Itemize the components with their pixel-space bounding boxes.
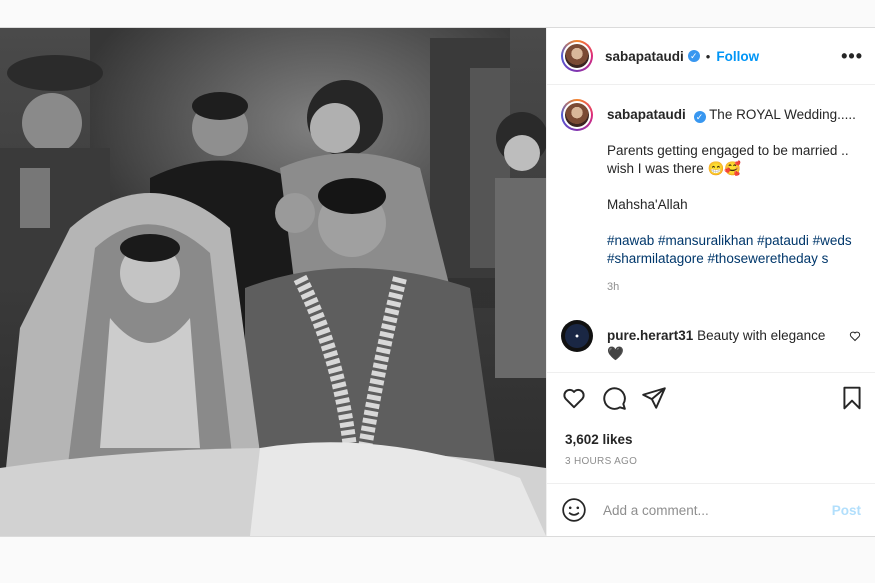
add-comment-bar: Post bbox=[547, 483, 875, 536]
more-options-icon[interactable]: ••• bbox=[841, 46, 863, 67]
follow-button[interactable]: Follow bbox=[716, 49, 759, 64]
comment-text: Beauty with elegance bbox=[697, 328, 826, 343]
action-bar bbox=[547, 372, 875, 423]
comment-like-icon[interactable] bbox=[849, 330, 861, 342]
comment-item: pure.herart31 Beauty with elegance 🖤 bbox=[561, 320, 861, 363]
post-photo[interactable] bbox=[0, 28, 546, 536]
post-header: sabapataudi ✓ • Follow ••• bbox=[547, 28, 875, 85]
comment-text-line-2: 🖤 bbox=[607, 346, 624, 361]
like-heart-icon[interactable] bbox=[561, 385, 587, 411]
caption-username[interactable]: sabapataudi bbox=[607, 107, 686, 122]
posted-timestamp[interactable]: 3 HOURS AGO bbox=[565, 456, 637, 467]
share-icon[interactable] bbox=[641, 385, 667, 411]
caption-line-3: Mahsha'Allah bbox=[607, 197, 688, 212]
caption-avatar[interactable] bbox=[561, 99, 593, 131]
caption-timestamp[interactable]: 3h bbox=[607, 278, 856, 296]
caption-line-1: Parents getting engaged to be married .. bbox=[607, 143, 849, 158]
header-separator: • bbox=[705, 48, 711, 64]
commenter-username[interactable]: pure.herart31 bbox=[607, 328, 693, 343]
comment-body: pure.herart31 Beauty with elegance 🖤 bbox=[607, 327, 837, 363]
author-username[interactable]: sabapataudi bbox=[605, 49, 684, 64]
wedding-photo-image bbox=[0, 28, 546, 536]
comment-icon[interactable] bbox=[601, 385, 627, 411]
comment-input[interactable] bbox=[601, 501, 832, 519]
author-avatar[interactable] bbox=[561, 40, 593, 72]
caption-verified-badge-icon: ✓ bbox=[693, 111, 706, 123]
instagram-post: sabapataudi ✓ • Follow ••• sabapataudi ✓… bbox=[0, 27, 875, 537]
caption: sabapataudi ✓ The ROYAL Wedding..... Par… bbox=[561, 99, 861, 296]
emoji-icon[interactable] bbox=[561, 497, 587, 523]
commenter-avatar[interactable] bbox=[561, 320, 593, 352]
post-sidebar: sabapataudi ✓ • Follow ••• sabapataudi ✓… bbox=[546, 28, 875, 536]
bookmark-icon[interactable] bbox=[839, 385, 865, 411]
caption-line-2: wish I was there 😁🥰 bbox=[607, 161, 742, 176]
likes-count[interactable]: 3,602 likes bbox=[565, 432, 633, 447]
hashtags-line-2[interactable]: #sharmilatagore #thoseweretheday s bbox=[607, 251, 828, 266]
comments-section: sabapataudi ✓ The ROYAL Wedding..... Par… bbox=[547, 85, 875, 371]
caption-title: The ROYAL Wedding..... bbox=[709, 107, 856, 122]
post-comment-button[interactable]: Post bbox=[832, 503, 861, 518]
hashtags-line-1[interactable]: #nawab #mansuralikhan #pataudi #weds bbox=[607, 233, 852, 248]
verified-badge-icon: ✓ bbox=[687, 50, 700, 62]
caption-body: sabapataudi ✓ The ROYAL Wedding..... Par… bbox=[607, 106, 856, 296]
